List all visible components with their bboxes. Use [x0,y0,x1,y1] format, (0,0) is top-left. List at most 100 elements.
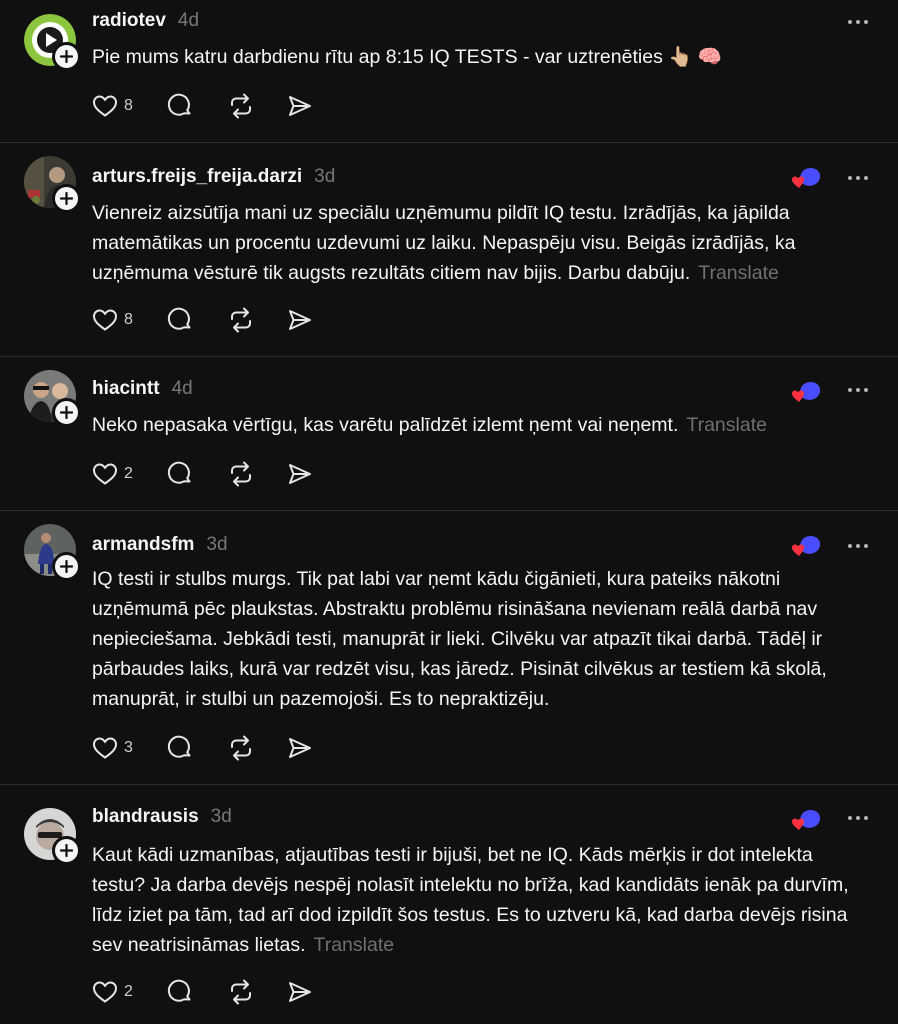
timestamp[interactable]: 3d [211,806,232,828]
follow-button[interactable] [52,552,81,581]
heart-icon [92,95,118,117]
avatar-wrap[interactable] [24,524,81,581]
action-bar: 8 [92,90,347,122]
comment-icon [167,735,191,758]
repost-button[interactable] [227,732,287,764]
post-body: IQ testi ir stulbs murgs. Tik pat labi v… [92,568,827,710]
post-4: armandsfm 3d IQ testi ir stulbs murgs. T… [0,510,898,785]
username[interactable]: radiotev [92,10,166,32]
like-button[interactable]: 3 [92,732,167,764]
post-header: radiotev 4d [92,10,199,36]
post-3: hiacintt 4d Neko nepasaka vērtīgu, kas v… [0,356,898,511]
repost-button[interactable] [227,304,287,336]
plus-icon [60,406,73,419]
post-body: Pie mums katru darbdienu rītu ap 8:15 IQ… [92,46,723,68]
more-options-button[interactable] [848,544,868,548]
heart-icon [92,309,118,331]
like-button[interactable]: 2 [92,976,167,1008]
follow-button[interactable] [52,398,81,427]
timestamp[interactable]: 4d [178,10,199,32]
post-text: IQ testi ir stulbs murgs. Tik pat labi v… [92,564,868,714]
avatar-wrap[interactable] [24,370,81,427]
plus-icon [60,50,73,63]
share-button[interactable] [287,304,347,336]
action-bar: 2 [92,976,347,1008]
follow-button[interactable] [52,836,81,865]
post-text: Neko nepasaka vērtīgu, kas varētu palīdz… [92,410,868,440]
timestamp[interactable]: 3d [206,534,227,556]
post-body: Neko nepasaka vērtīgu, kas varētu palīdz… [92,414,679,436]
comment-icon [167,979,191,1002]
post-2: arturs.freijs_freija.darzi 3d Vienreiz a… [0,142,898,357]
translate-link[interactable]: Translate [686,414,767,436]
comment-icon [167,307,191,330]
translate-link[interactable]: Translate [314,934,395,956]
repost-button[interactable] [227,458,287,490]
post-header: arturs.freijs_freija.darzi 3d [92,166,335,192]
share-button[interactable] [287,976,347,1008]
like-count: 8 [124,311,133,328]
follow-button[interactable] [52,184,81,213]
reply-button[interactable] [167,732,227,764]
reply-button[interactable] [167,458,227,490]
repost-icon [231,979,251,1005]
action-bar: 3 [92,732,347,764]
avatar-wrap[interactable] [24,156,81,213]
send-icon [289,738,311,758]
post-text: Vienreiz aizsūtīja mani uz speciālu uzņē… [92,198,868,288]
follow-button[interactable] [52,42,81,71]
send-icon [289,982,311,1002]
repost-button[interactable] [227,976,287,1008]
repost-icon [231,307,251,333]
repost-icon [231,93,251,119]
plus-icon [60,192,73,205]
reply-button[interactable] [167,976,227,1008]
post-text: Kaut kādi uzmanības, atjautības testi ir… [92,840,868,960]
share-button[interactable] [287,732,347,764]
comment-icon [167,461,191,484]
like-button[interactable]: 2 [92,458,167,490]
username[interactable]: blandrausis [92,806,199,828]
plus-icon [60,844,73,857]
repost-button[interactable] [227,90,287,122]
post-header: hiacintt 4d [92,378,193,404]
action-bar: 2 [92,458,347,490]
comment-icon [167,93,191,116]
username[interactable]: hiacintt [92,378,160,400]
more-options-button[interactable] [848,176,868,180]
timestamp[interactable]: 4d [172,378,193,400]
avatar-wrap[interactable] [24,14,81,71]
post-header: blandrausis 3d [92,806,232,832]
heart-icon [92,463,118,485]
share-button[interactable] [287,458,347,490]
post-text: Pie mums katru darbdienu rītu ap 8:15 IQ… [92,42,868,72]
more-options-button[interactable] [848,388,868,392]
post-5: blandrausis 3d Kaut kādi uzmanības, atja… [0,784,898,1024]
author-liked-icon [792,167,821,188]
action-bar: 8 [92,304,347,336]
like-button[interactable]: 8 [92,304,167,336]
author-liked-icon [792,809,821,830]
translate-link[interactable]: Translate [698,262,779,284]
like-count: 2 [124,983,133,1000]
reply-button[interactable] [167,90,227,122]
post-body: Vienreiz aizsūtīja mani uz speciālu uzņē… [92,202,796,284]
like-count: 2 [124,465,133,482]
reply-button[interactable] [167,304,227,336]
timestamp[interactable]: 3d [314,166,335,188]
like-count: 8 [124,97,133,114]
plus-icon [60,560,73,573]
like-count: 3 [124,739,133,756]
post-body: Kaut kādi uzmanības, atjautības testi ir… [92,844,849,956]
heart-icon [92,981,118,1003]
username[interactable]: arturs.freijs_freija.darzi [92,166,302,188]
like-button[interactable]: 8 [92,90,167,122]
share-button[interactable] [287,90,347,122]
avatar-wrap[interactable] [24,808,81,865]
post-1: radiotev 4d Pie mums katru darbdienu rīt… [0,0,898,143]
more-options-button[interactable] [848,816,868,820]
send-icon [289,464,311,484]
more-options-button[interactable] [848,20,868,24]
author-liked-icon [792,381,821,402]
username[interactable]: armandsfm [92,534,194,556]
